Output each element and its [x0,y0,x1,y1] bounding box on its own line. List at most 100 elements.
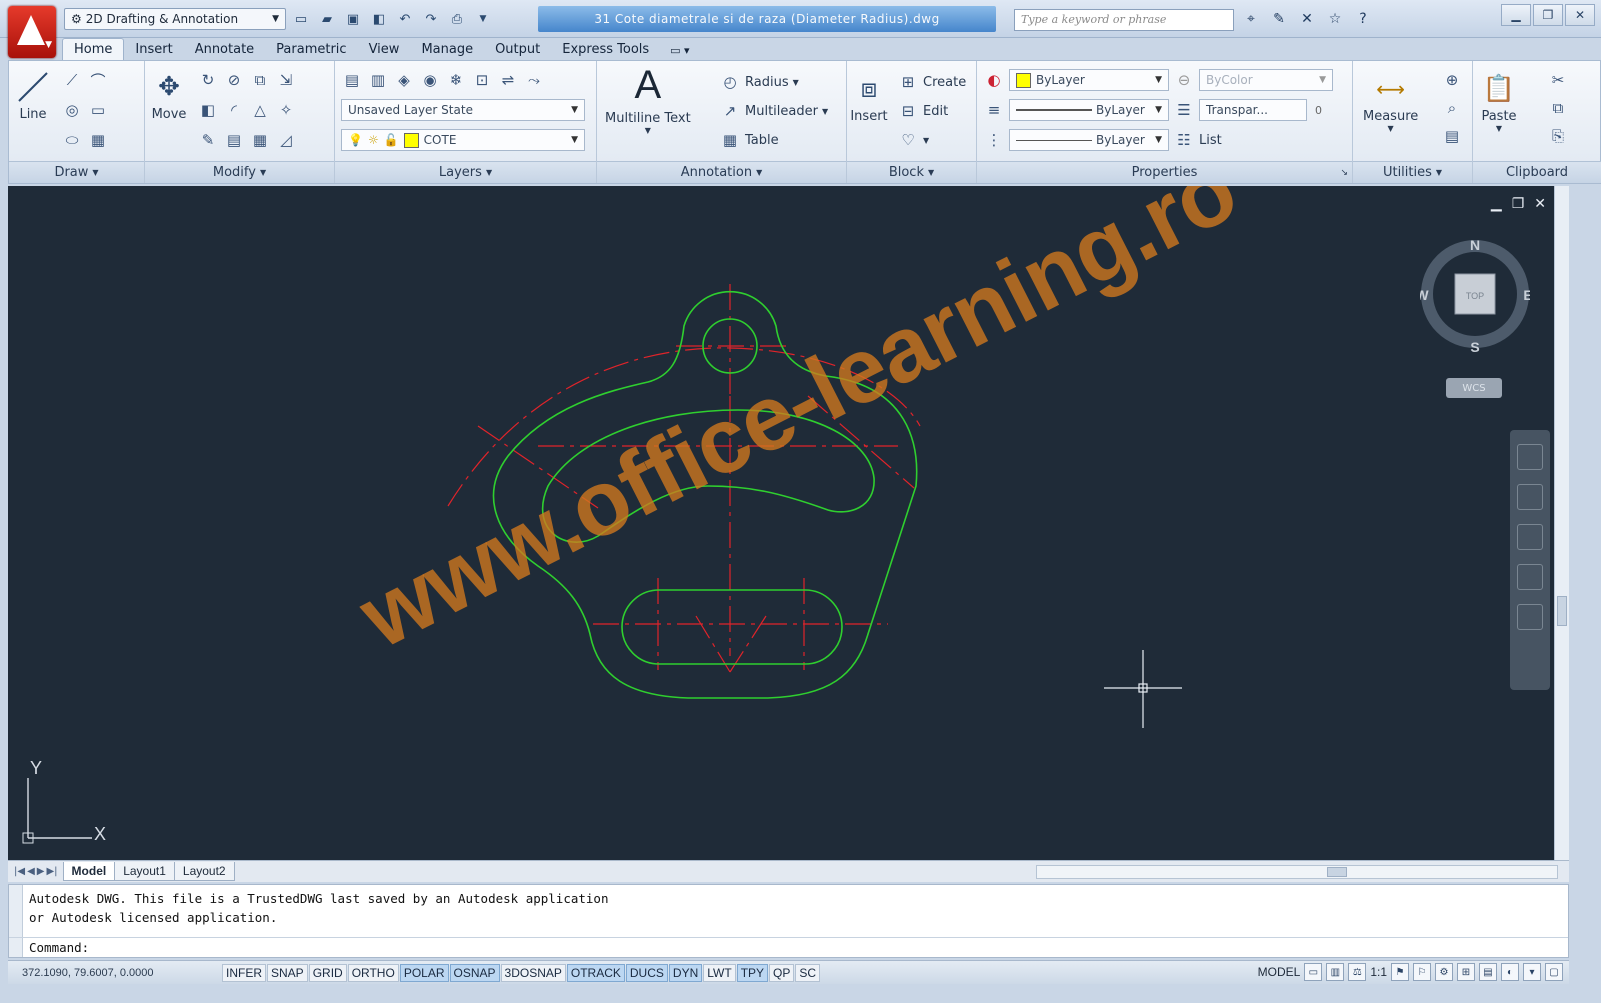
attribute-button[interactable]: ♡ ▼ [897,129,929,151]
coordinate-display[interactable]: 372.1090, 79.6007, 0.0000 [8,967,222,979]
layer-state-combo[interactable]: Unsaved Layer State ▼ [341,99,585,121]
layer-walk-icon[interactable]: ⤳ [523,69,545,91]
multiline-text-button[interactable]: A Multiline Text ▼ [605,63,691,136]
edit-button[interactable]: ⊟ Edit [897,100,948,122]
arc-icon[interactable]: ⌒ [87,69,109,91]
lineweight-combo[interactable]: ByLayer ▼ [1009,99,1169,121]
layer-properties-icon[interactable]: ▤ [341,69,363,91]
compass-south[interactable]: S [1470,339,1479,355]
layer-lock-icon[interactable]: ⊡ [471,69,493,91]
paste-button[interactable]: 📋 Paste ▼ [1479,69,1519,133]
chamfer-icon[interactable]: ◿ [275,129,297,151]
clean-screen-icon[interactable]: ▢ [1545,963,1563,981]
minimize-icon[interactable]: ▁ [1501,4,1531,26]
quick-select-icon[interactable]: ⊕ [1441,69,1463,91]
wcs-menu[interactable]: WCS [1446,378,1502,398]
ellipse-icon[interactable]: ⬭ [61,129,83,151]
layer-freeze-icon[interactable]: ❄ [445,69,467,91]
viewcube[interactable]: TOP N S E W [1420,222,1530,382]
save-as-icon[interactable]: ◧ [368,9,390,29]
tab-express-tools[interactable]: Express Tools [551,39,660,60]
prev-tab-icon[interactable]: ◀ [27,866,35,877]
vertical-scrollbar[interactable] [1554,186,1569,860]
transparency-value[interactable]: 0 [1311,104,1322,117]
color-combo[interactable]: ByLayer ▼ [1009,69,1169,91]
table-button[interactable]: ▦ Table [719,129,779,151]
orbit-icon[interactable] [1517,564,1543,590]
new-icon[interactable]: ▭ [290,9,312,29]
scale-icon[interactable]: △ [249,99,271,121]
move-button[interactable]: ✥ Move [149,67,189,122]
drawing-canvas[interactable] [8,186,1554,860]
first-tab-icon[interactable]: |◀ [14,866,25,877]
binoculars-icon[interactable]: ⌖ [1240,9,1262,29]
insert-button[interactable]: ⧈ Insert [849,69,889,125]
layer-match-icon[interactable]: ⇌ [497,69,519,91]
panel-utilities-title[interactable]: Utilities ▼ [1353,161,1472,183]
copy-icon[interactable]: ⧉ [249,69,271,91]
status-toggle-dyn[interactable]: DYN [668,963,703,982]
restore-icon[interactable]: ❐ [1512,196,1525,212]
status-toggle-polar[interactable]: POLAR [399,963,449,982]
fillet-icon[interactable]: ◜ [223,99,245,121]
application-menu-button[interactable]: ▼ [8,6,56,58]
calculator-icon[interactable]: ▤ [1441,125,1463,147]
match-properties-icon[interactable]: ◐ [983,69,1005,91]
panel-block-title[interactable]: Block ▼ [847,161,976,183]
annotation-scale-value[interactable]: 1:1 [1370,965,1387,979]
compass-north[interactable]: N [1470,237,1480,253]
command-input[interactable]: Command: [9,937,1568,957]
linetype-combo[interactable]: ByLayer ▼ [1009,129,1169,151]
hardware-acceleration-icon[interactable]: ▤ [1479,963,1497,981]
toolbar-lock-icon[interactable]: ⊞ [1457,963,1475,981]
tab-manage[interactable]: Manage [410,39,484,60]
status-toggle-ducs[interactable]: DUCS [625,963,668,982]
tab-parametric[interactable]: Parametric [265,39,357,60]
mirror-icon[interactable]: ◧ [197,99,219,121]
viewcube-top-label[interactable]: TOP [1466,291,1484,301]
radius-button[interactable]: ◴ Radius ▼ [719,71,798,93]
panel-clipboard-title[interactable]: Clipboard [1473,161,1601,183]
panel-layers-title[interactable]: Layers ▼ [335,161,596,183]
open-icon[interactable]: ▰ [316,9,338,29]
workspace-switch-icon[interactable]: ⚙ [1435,963,1453,981]
ribbon-minimize-icon[interactable]: ▭ ▾ [660,41,699,60]
status-toggle-osnap[interactable]: OSNAP [449,963,500,982]
close-icon[interactable]: ✕ [1565,4,1595,26]
tab-output[interactable]: Output [484,39,551,60]
layout-icon[interactable]: ▥ [1326,963,1345,981]
annotation-visibility-icon[interactable]: ⚑ [1391,963,1409,981]
tab-layout2[interactable]: Layout2 [173,862,235,881]
panel-modify-title[interactable]: Modify ▼ [145,161,334,183]
status-toggle-sc[interactable]: SC [795,963,821,982]
transparency-combo[interactable]: Transpar... [1199,99,1307,121]
status-toggle-infer[interactable]: INFER [222,963,266,982]
hatch-icon[interactable]: ▦ [87,129,109,151]
next-tab-icon[interactable]: ▶ [37,866,45,877]
steering-wheel-icon[interactable] [1517,444,1543,470]
minimize-icon[interactable]: ▁ [1491,196,1502,212]
scroll-thumb[interactable] [1557,596,1567,626]
exchange-icon[interactable]: ✕ [1296,9,1318,29]
status-toggle-snap[interactable]: SNAP [267,963,308,982]
restore-icon[interactable]: ❐ [1533,4,1563,26]
create-button[interactable]: ⊞ Create [897,71,967,93]
tools-icon[interactable]: ✎ [1268,9,1290,29]
tab-home[interactable]: Home [62,38,125,60]
showmotion-icon[interactable] [1517,604,1543,630]
model-icon[interactable]: ▭ [1304,963,1323,981]
help-icon[interactable]: ? [1352,9,1374,29]
qat-dropdown-icon[interactable]: ▼ [472,9,494,29]
status-toggle-otrack[interactable]: OTRACK [566,963,625,982]
status-toggle-grid[interactable]: GRID [308,963,347,982]
match-icon[interactable]: ⎘ [1547,125,1569,147]
layer-off-icon[interactable]: ◉ [419,69,441,91]
tab-layout1[interactable]: Layout1 [114,862,175,881]
redo-icon[interactable]: ↷ [420,9,442,29]
compass-west[interactable]: W [1420,287,1429,303]
status-toggle-lwt[interactable]: LWT [703,963,736,982]
stretch-icon[interactable]: ⇲ [275,69,297,91]
scroll-thumb[interactable] [1327,867,1347,877]
rectangle-icon[interactable]: ▭ [87,99,109,121]
cut-icon[interactable]: ✂ [1547,69,1569,91]
